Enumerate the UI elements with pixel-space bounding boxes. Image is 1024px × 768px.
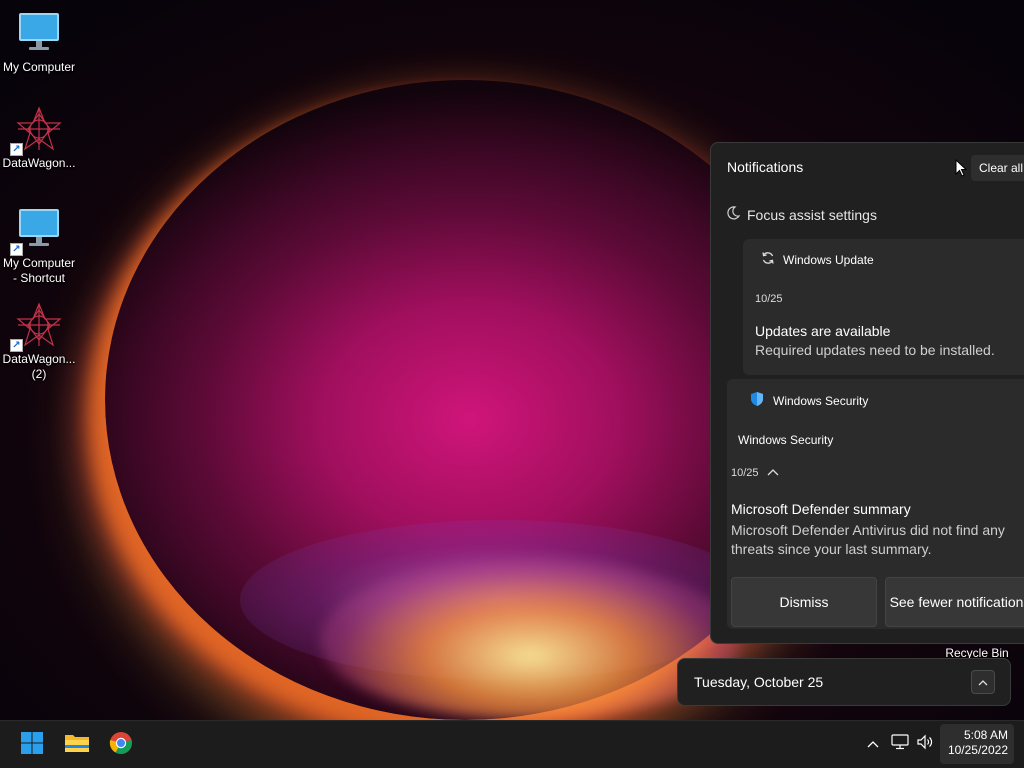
show-hidden-icons-button[interactable] bbox=[862, 733, 884, 755]
moon-icon bbox=[725, 205, 741, 224]
notification-body: Microsoft Defender Antivirus did not fin… bbox=[731, 522, 1005, 557]
calendar-date-text: Tuesday, October 25 bbox=[694, 674, 824, 690]
shortcut-arrow-icon: ↗ bbox=[10, 243, 23, 256]
desktop-icon-label: My Computer bbox=[2, 60, 76, 74]
datawagon-app-icon: ↗ bbox=[10, 106, 62, 156]
notification-center: Notifications Clear all Focus assist set… bbox=[710, 142, 1024, 644]
network-button[interactable] bbox=[889, 733, 911, 755]
taskbar-clock[interactable]: 5:08 AM 10/25/2022 bbox=[940, 724, 1014, 764]
datawagon-app-icon: ↗ bbox=[10, 302, 62, 352]
clear-all-button[interactable]: Clear all bbox=[971, 155, 1024, 181]
shield-icon bbox=[749, 391, 765, 410]
start-button[interactable] bbox=[14, 727, 50, 763]
file-explorer-button[interactable] bbox=[59, 727, 95, 763]
notification-subtitle: Windows Security bbox=[738, 433, 834, 447]
see-fewer-notifications-button[interactable]: See fewer notifications bbox=[885, 577, 1024, 627]
chevron-up-icon bbox=[978, 673, 988, 691]
desktop-icon-datawagon-2[interactable]: ↗ DataWagon... (2) bbox=[0, 302, 78, 382]
notification-app-header: Windows Security bbox=[749, 391, 868, 410]
windows-security-notification[interactable]: Windows Security Windows Security 10/25 … bbox=[727, 379, 1024, 629]
desktop-icon-label: My Computer - Shortcut bbox=[2, 256, 76, 285]
notification-date: 10/25 bbox=[731, 467, 759, 479]
network-icon bbox=[891, 733, 909, 755]
desktop-icon-datawagon[interactable]: ↗ DataWagon... bbox=[0, 106, 78, 171]
notification-date: 10/25 bbox=[755, 293, 783, 305]
expand-calendar-button[interactable] bbox=[971, 670, 995, 694]
clock-time: 5:08 AM bbox=[963, 728, 1008, 742]
volume-button[interactable] bbox=[914, 733, 936, 755]
notification-date-row: 10/25 bbox=[731, 467, 779, 479]
chevron-up-icon bbox=[867, 735, 879, 753]
chrome-button[interactable] bbox=[103, 727, 139, 763]
windows-update-notification[interactable]: Windows Update 10/25 Updates are availab… bbox=[743, 239, 1024, 375]
notification-app-name: Windows Update bbox=[783, 252, 874, 267]
focus-assist-label: Focus assist settings bbox=[747, 206, 877, 223]
mouse-cursor-icon bbox=[955, 158, 968, 182]
volume-icon bbox=[916, 734, 934, 755]
desktop-icon-my-computer-shortcut[interactable]: ↗ My Computer - Shortcut bbox=[0, 206, 78, 286]
file-explorer-icon bbox=[64, 732, 90, 759]
notifications-title: Notifications bbox=[727, 159, 804, 175]
notification-body: Required updates need to be installed. bbox=[755, 342, 995, 358]
monitor-icon: ↗ bbox=[10, 206, 62, 256]
calendar-flyout: Tuesday, October 25 bbox=[677, 658, 1011, 706]
shortcut-arrow-icon: ↗ bbox=[10, 339, 23, 352]
chevron-up-icon[interactable] bbox=[767, 467, 779, 479]
start-icon bbox=[20, 731, 44, 760]
notification-heading: Microsoft Defender summary bbox=[731, 501, 911, 517]
taskbar: 5:08 AM 10/25/2022 bbox=[0, 720, 1024, 768]
desktop-icon-label: DataWagon... bbox=[2, 156, 76, 170]
dismiss-button[interactable]: Dismiss bbox=[731, 577, 877, 627]
desktop-icon-my-computer[interactable]: My Computer bbox=[0, 10, 78, 75]
clock-date: 10/25/2022 bbox=[947, 743, 1008, 757]
desktop-icon-label: DataWagon... (2) bbox=[2, 352, 76, 381]
refresh-icon bbox=[761, 251, 775, 268]
focus-assist-settings-link[interactable]: Focus assist settings bbox=[725, 205, 877, 224]
monitor-icon bbox=[16, 10, 62, 56]
notification-app-name: Windows Security bbox=[773, 393, 869, 408]
notification-app-header: Windows Update bbox=[761, 251, 874, 268]
notification-heading: Updates are available bbox=[755, 323, 891, 339]
shortcut-arrow-icon: ↗ bbox=[10, 143, 23, 156]
chrome-icon bbox=[109, 731, 133, 760]
